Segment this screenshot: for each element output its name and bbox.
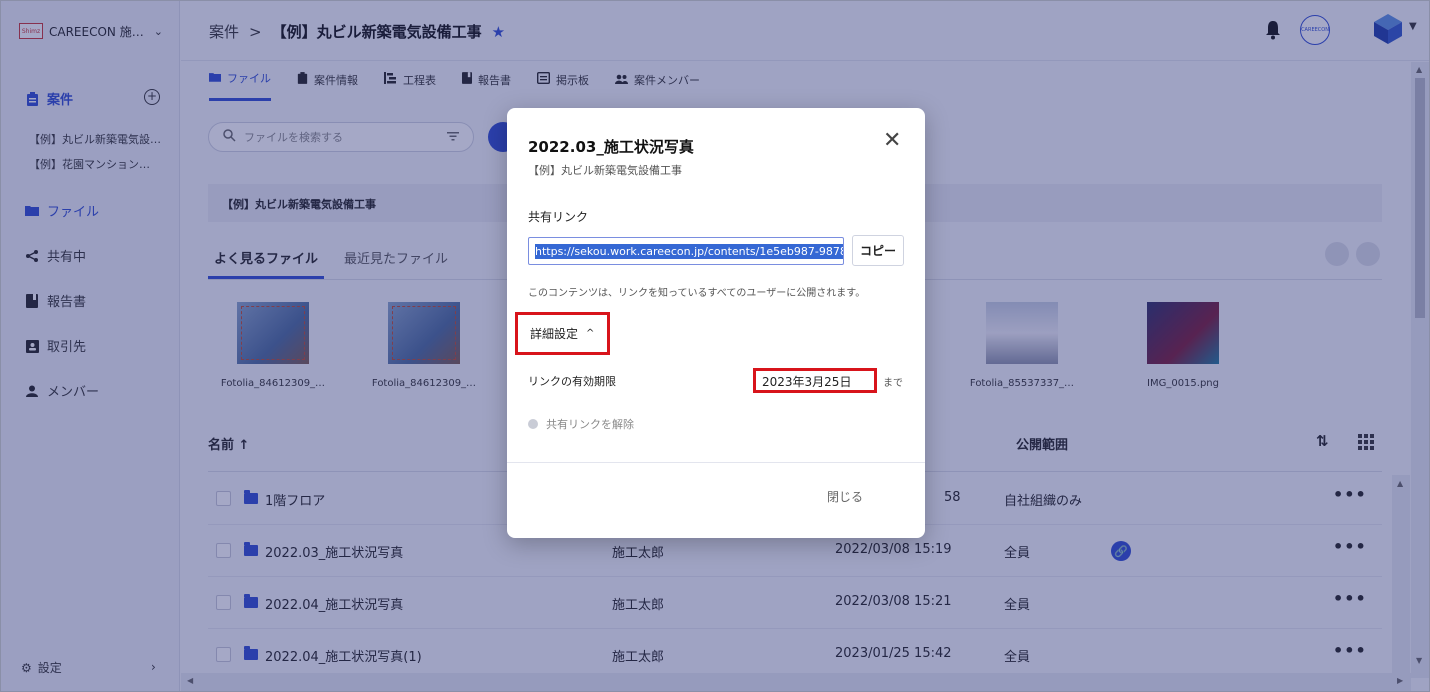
share-url-text: https://sekou.work.careecon.jp/contents/… <box>535 243 843 259</box>
unshare-label: 共有リンクを解除 <box>546 418 634 431</box>
share-link-dialog: 2022.03_施工状況写真 【例】丸ビル新築電気設備工事 ✕ 共有リンク ht… <box>507 108 925 538</box>
dialog-subtitle: 【例】丸ビル新築電気設備工事 <box>528 164 682 177</box>
divider <box>507 462 925 463</box>
close-button[interactable]: 閉じる <box>827 488 863 505</box>
dialog-title: 2022.03_施工状況写真 <box>528 138 694 156</box>
expiry-until: まで <box>883 378 903 389</box>
advanced-settings-label: 詳細設定 <box>530 327 579 341</box>
share-link-label: 共有リンク <box>528 210 589 224</box>
chevron-up-icon: ^ <box>586 328 595 339</box>
share-note: このコンテンツは、リンクを知っているすべてのユーザーに公開されます。 <box>528 288 866 299</box>
expiry-date-field[interactable]: 2023年3月25日 <box>753 368 877 393</box>
advanced-settings-toggle[interactable]: 詳細設定 ^ <box>515 312 610 355</box>
minus-circle-icon <box>528 419 538 429</box>
close-icon[interactable]: ✕ <box>883 130 901 152</box>
unshare-link-button[interactable]: 共有リンクを解除 <box>528 416 634 432</box>
app-window: Shimz CAREECON 施… ⌄ 案件 + 【例】丸ビル新築電気設… 【例… <box>0 0 1430 692</box>
expiry-label: リンクの有効期限 <box>528 375 616 388</box>
copy-button[interactable]: コピー <box>852 235 904 266</box>
share-url-field[interactable]: https://sekou.work.careecon.jp/contents/… <box>528 237 844 265</box>
